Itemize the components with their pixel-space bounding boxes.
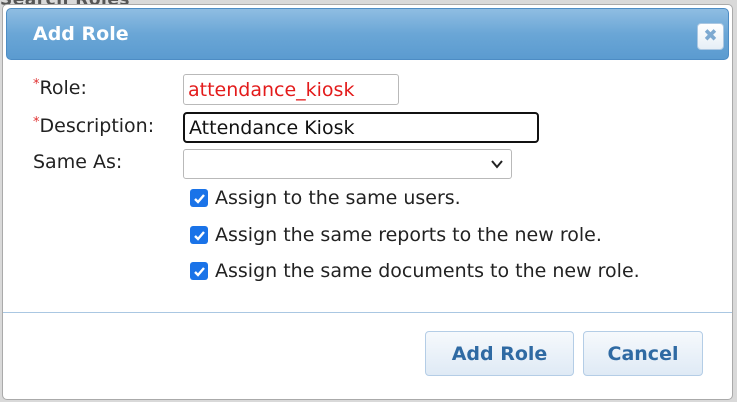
add-role-dialog: Add Role ✖ *Role: *Description: Same As:…	[2, 4, 733, 400]
assign-same-users-option[interactable]: Assign to the same users.	[190, 187, 461, 209]
close-icon: ✖	[703, 26, 718, 46]
role-label: *Role:	[33, 77, 87, 99]
add-role-button[interactable]: Add Role	[425, 331, 574, 376]
close-button[interactable]: ✖	[697, 23, 724, 50]
description-label-text: Description:	[39, 115, 155, 137]
assign-same-users-checkbox[interactable]	[190, 189, 208, 207]
checkmark-icon	[193, 266, 205, 277]
dialog-title: Add Role	[33, 23, 129, 45]
checkmark-icon	[193, 230, 205, 241]
cancel-button[interactable]: Cancel	[583, 331, 703, 376]
footer-divider	[3, 312, 732, 313]
description-label: *Description:	[33, 115, 154, 137]
checkmark-icon	[193, 193, 205, 204]
assign-same-users-label: Assign to the same users.	[215, 187, 461, 209]
same-as-select[interactable]	[183, 149, 512, 179]
same-as-label: Same As:	[33, 151, 123, 173]
description-input[interactable]	[183, 112, 539, 143]
assign-same-documents-checkbox[interactable]	[190, 262, 208, 280]
assign-same-documents-label: Assign the same documents to the new rol…	[215, 260, 640, 282]
assign-same-reports-label: Assign the same reports to the new role.	[215, 224, 602, 246]
dialog-titlebar[interactable]: Add Role ✖	[6, 8, 729, 60]
assign-same-reports-checkbox[interactable]	[190, 226, 208, 244]
chevron-down-icon	[491, 160, 503, 169]
assign-same-documents-option[interactable]: Assign the same documents to the new rol…	[190, 260, 640, 282]
role-label-text: Role:	[39, 77, 87, 99]
assign-same-reports-option[interactable]: Assign the same reports to the new role.	[190, 224, 602, 246]
role-input[interactable]	[183, 74, 399, 105]
